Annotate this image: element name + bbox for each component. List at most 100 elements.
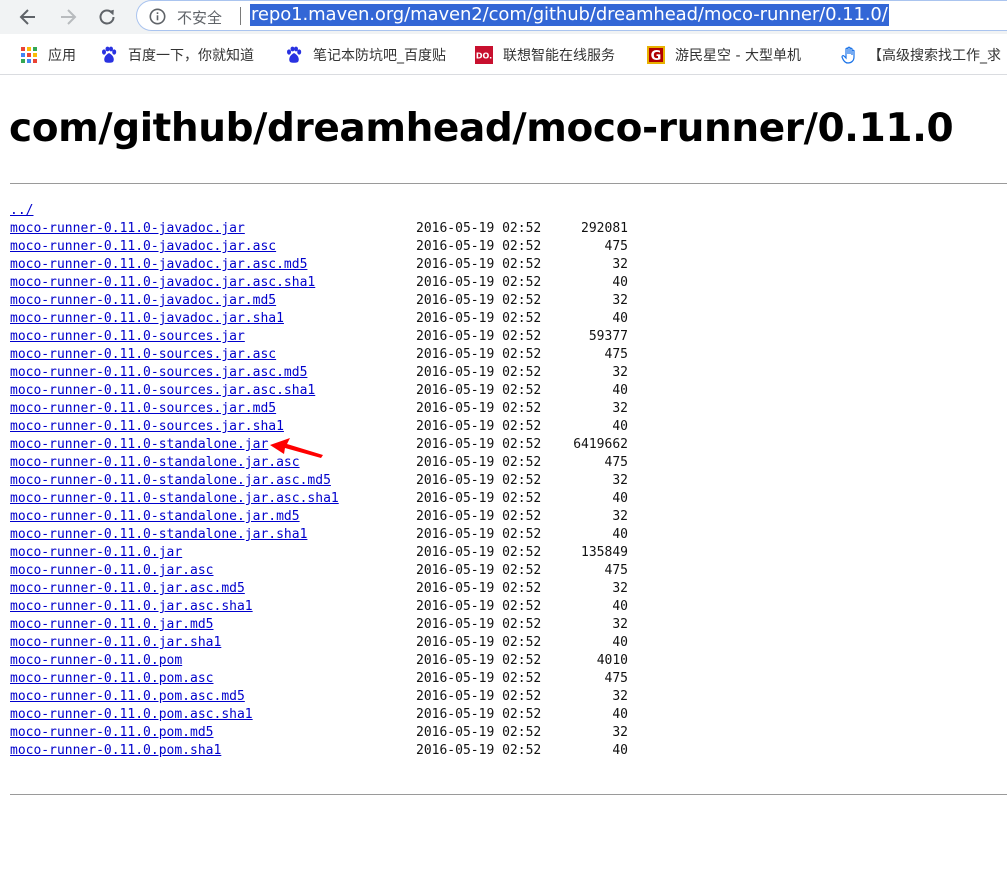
file-link[interactable]: moco-runner-0.11.0.jar.md5 [10, 616, 214, 634]
file-size: 32 [612, 509, 628, 524]
file-size: 32 [612, 257, 628, 272]
file-date: 2016-05-19 02:52 [416, 329, 542, 344]
file-link[interactable]: moco-runner-0.11.0-standalone.jar.md5 [10, 508, 300, 526]
file-date: 2016-05-19 02:52 [416, 473, 542, 488]
bottom-divider [10, 794, 1007, 795]
file-size: 135849 [581, 545, 628, 560]
file-size: 292081 [581, 221, 628, 236]
hand-icon [841, 46, 855, 64]
file-date: 2016-05-19 02:52 [416, 527, 542, 542]
file-size: 475 [604, 347, 628, 362]
file-size: 6419662 [573, 437, 628, 452]
file-link[interactable]: moco-runner-0.11.0-javadoc.jar.asc.md5 [10, 256, 307, 274]
file-link[interactable]: moco-runner-0.11.0.pom [10, 652, 182, 670]
file-size: 32 [612, 725, 628, 740]
svg-text:G: G [651, 49, 662, 64]
file-link[interactable]: moco-runner-0.11.0.jar.sha1 [10, 634, 221, 652]
file-link[interactable]: moco-runner-0.11.0-standalone.jar.asc [10, 454, 300, 472]
file-size: 32 [612, 365, 628, 380]
file-date: 2016-05-19 02:52 [416, 311, 542, 326]
file-size: 40 [612, 419, 628, 434]
info-icon[interactable] [149, 8, 166, 25]
file-date: 2016-05-19 02:52 [416, 689, 542, 704]
file-size: 40 [612, 599, 628, 614]
file-link[interactable]: moco-runner-0.11.0-standalone.jar.asc.sh… [10, 490, 339, 508]
not-secure-label: 不安全 [177, 9, 223, 27]
bookmark-lenovo[interactable]: DO. 联想智能在线服务 [475, 45, 615, 65]
svg-text:DO.: DO. [476, 52, 492, 61]
file-link[interactable]: moco-runner-0.11.0.jar.asc.md5 [10, 580, 245, 598]
file-size: 59377 [588, 329, 628, 344]
file-link[interactable]: moco-runner-0.11.0.pom.asc [10, 670, 214, 688]
file-link[interactable]: moco-runner-0.11.0.jar [10, 544, 182, 562]
bookmark-baidu[interactable]: 百度一下，你就知道 [100, 45, 254, 65]
file-link[interactable]: moco-runner-0.11.0-sources.jar.asc.md5 [10, 364, 307, 382]
file-link[interactable]: moco-runner-0.11.0.jar.asc.sha1 [10, 598, 253, 616]
bookmark-apps[interactable]: 应用 [20, 45, 76, 65]
file-size: 475 [604, 455, 628, 470]
file-link[interactable]: moco-runner-0.11.0-javadoc.jar.asc.sha1 [10, 274, 315, 292]
bookmark-label: 百度一下，你就知道 [128, 48, 254, 64]
bookmark-gamersky[interactable]: G 游民星空 - 大型单机 [647, 45, 801, 65]
file-size: 40 [612, 383, 628, 398]
file-date: 2016-05-19 02:52 [416, 743, 542, 758]
file-link[interactable]: moco-runner-0.11.0-standalone.jar.asc.md… [10, 472, 331, 490]
file-link[interactable]: moco-runner-0.11.0-javadoc.jar [10, 220, 245, 238]
back-button[interactable] [15, 4, 41, 30]
file-link[interactable]: moco-runner-0.11.0-javadoc.jar.sha1 [10, 310, 284, 328]
file-date: 2016-05-19 02:52 [416, 725, 542, 740]
file-date: 2016-05-19 02:52 [416, 347, 542, 362]
file-date: 2016-05-19 02:52 [416, 617, 542, 632]
file-date: 2016-05-19 02:52 [416, 635, 542, 650]
gamersky-icon: G [647, 46, 665, 64]
file-link[interactable]: moco-runner-0.11.0.jar.asc [10, 562, 214, 580]
bookmark-label: 游民星空 - 大型单机 [675, 48, 801, 64]
file-date: 2016-05-19 02:52 [416, 671, 542, 686]
top-divider [10, 183, 1007, 184]
file-size: 40 [612, 275, 628, 290]
file-size: 475 [604, 563, 628, 578]
file-link[interactable]: moco-runner-0.11.0-sources.jar.asc [10, 346, 276, 364]
file-size: 40 [612, 527, 628, 542]
address-bar[interactable]: 不安全 repo1.maven.org/maven2/com/github/dr… [136, 0, 1007, 31]
omnibox-divider [240, 7, 241, 25]
bookmarks-bar: 应用 百度一下，你就知道 笔记本防坑吧_百度贴 DO. 联想智能在线服务 G 游… [0, 34, 1007, 75]
file-date: 2016-05-19 02:52 [416, 221, 542, 236]
file-link[interactable]: moco-runner-0.11.0.pom.asc.sha1 [10, 706, 253, 724]
bookmark-job-search[interactable]: 【高级搜索找工作_求 [840, 45, 1001, 65]
file-link[interactable]: moco-runner-0.11.0-standalone.jar.sha1 [10, 526, 307, 544]
file-link[interactable]: moco-runner-0.11.0-javadoc.jar.asc [10, 238, 276, 256]
file-link[interactable]: moco-runner-0.11.0.pom.sha1 [10, 742, 221, 760]
file-date: 2016-05-19 02:52 [416, 257, 542, 272]
file-date: 2016-05-19 02:52 [416, 509, 542, 524]
baidu-paw-icon [287, 46, 302, 63]
file-size: 40 [612, 635, 628, 650]
reload-button[interactable] [94, 4, 120, 30]
file-link[interactable]: moco-runner-0.11.0-standalone.jar [10, 436, 268, 454]
bookmark-label: 联想智能在线服务 [503, 48, 615, 64]
file-size: 4010 [596, 653, 628, 668]
file-date: 2016-05-19 02:52 [416, 293, 542, 308]
browser-toolbar: 不安全 repo1.maven.org/maven2/com/github/dr… [0, 0, 1007, 34]
file-link[interactable]: moco-runner-0.11.0-sources.jar.md5 [10, 400, 276, 418]
file-size: 32 [612, 401, 628, 416]
file-link[interactable]: moco-runner-0.11.0-sources.jar [10, 328, 245, 346]
reload-icon [99, 9, 115, 25]
file-size: 40 [612, 311, 628, 326]
bookmark-label: 应用 [48, 48, 76, 64]
back-arrow-icon [19, 9, 35, 25]
baidu-paw-icon [102, 46, 117, 63]
forward-button[interactable] [55, 4, 81, 30]
file-link[interactable]: moco-runner-0.11.0-sources.jar.sha1 [10, 418, 284, 436]
parent-directory-link[interactable]: ../ [10, 202, 33, 220]
file-size: 32 [612, 689, 628, 704]
file-link[interactable]: moco-runner-0.11.0.pom.asc.md5 [10, 688, 245, 706]
file-link[interactable]: moco-runner-0.11.0-javadoc.jar.md5 [10, 292, 276, 310]
bookmark-tieba[interactable]: 笔记本防坑吧_百度贴 [285, 45, 446, 65]
file-date: 2016-05-19 02:52 [416, 707, 542, 722]
file-link[interactable]: moco-runner-0.11.0.pom.md5 [10, 724, 214, 742]
url-text[interactable]: repo1.maven.org/maven2/com/github/dreamh… [250, 4, 889, 26]
file-date: 2016-05-19 02:52 [416, 491, 542, 506]
apps-grid-icon [21, 47, 37, 63]
file-link[interactable]: moco-runner-0.11.0-sources.jar.asc.sha1 [10, 382, 315, 400]
